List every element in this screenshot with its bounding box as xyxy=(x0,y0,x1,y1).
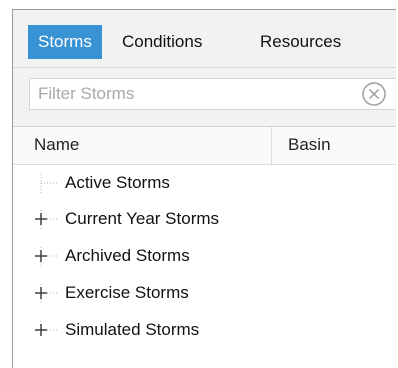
tree-item-label: Active Storms xyxy=(65,173,170,192)
tree-item-label: Exercise Storms xyxy=(65,283,189,302)
tab-conditions[interactable]: Conditions xyxy=(122,25,202,59)
column-header-name[interactable]: Name xyxy=(34,127,79,164)
tree-item-active-storms[interactable]: Active Storms xyxy=(13,165,313,201)
tree-item-current-year-storms[interactable]: Current Year Storms xyxy=(13,201,313,237)
filter-row xyxy=(13,68,396,127)
tree-item-label: Archived Storms xyxy=(65,246,190,265)
filter-storms-input[interactable] xyxy=(29,78,396,110)
tree-item-exercise-storms[interactable]: Exercise Storms xyxy=(13,275,313,311)
tab-resources[interactable]: Resources xyxy=(260,25,341,59)
tab-bar: Storms Conditions Resources xyxy=(13,10,396,68)
storms-panel: Storms Conditions Resources Name Basin xyxy=(12,9,396,368)
tree-item-archived-storms[interactable]: Archived Storms xyxy=(13,238,313,274)
grid-header: Name Basin xyxy=(13,127,396,165)
tab-storms[interactable]: Storms xyxy=(28,25,102,59)
tree-item-label: Current Year Storms xyxy=(65,209,220,228)
clear-filter-icon[interactable] xyxy=(361,81,387,107)
tree-item-label: Simulated Storms xyxy=(65,320,200,339)
column-divider[interactable] xyxy=(271,127,272,164)
column-header-basin[interactable]: Basin xyxy=(288,127,331,164)
tree-item-simulated-storms[interactable]: Simulated Storms xyxy=(13,312,313,348)
